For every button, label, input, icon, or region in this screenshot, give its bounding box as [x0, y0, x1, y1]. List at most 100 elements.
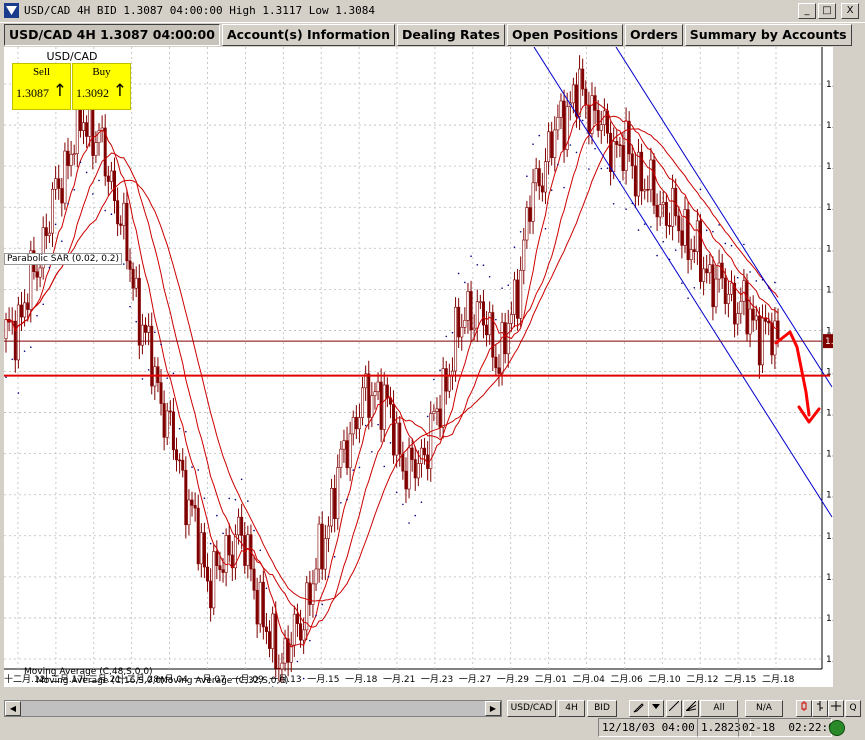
- period-button[interactable]: 4H: [558, 700, 585, 717]
- sar-dot: [147, 369, 150, 371]
- candle-body: [178, 459, 182, 462]
- sell-label: Sell: [32, 66, 51, 78]
- candle-type-button[interactable]: [796, 700, 812, 717]
- candle-body: [404, 470, 408, 490]
- candle-body: [113, 170, 117, 201]
- sar-dot: [730, 244, 733, 247]
- minimize-button[interactable]: _: [798, 3, 816, 19]
- sar-dot: [36, 314, 38, 317]
- candle-body: [497, 367, 501, 374]
- sell-quote-box[interactable]: Sell 1.3087 ↑: [12, 63, 71, 110]
- tab-strip: USD/CAD 4H 1.3087 04:00:00 Account(s) In…: [4, 24, 854, 46]
- sar-dot: [557, 163, 559, 166]
- candle-body: [444, 368, 448, 392]
- sar-dot: [594, 147, 596, 150]
- candle-body: [537, 168, 541, 187]
- candle-body: [543, 161, 547, 193]
- sar-dot: [507, 284, 510, 287]
- symbol-button[interactable]: USD/CAD: [507, 700, 556, 717]
- crosshair-button[interactable]: [828, 700, 844, 717]
- sar-dot: [408, 522, 410, 524]
- maximize-button[interactable]: □: [818, 3, 836, 19]
- sar-dot: [371, 450, 373, 453]
- sar-dot: [271, 686, 274, 688]
- candle-body: [299, 623, 303, 641]
- candle-body: [519, 270, 523, 319]
- tab-dealing-rates[interactable]: Dealing Rates: [396, 24, 505, 46]
- candle-body: [547, 131, 551, 162]
- trendline-tool-button[interactable]: [666, 700, 682, 717]
- y-tick-label: 1.2700: [826, 655, 833, 665]
- candle-body: [367, 373, 371, 418]
- sar-dot: [712, 230, 714, 233]
- current-price-label: 1.3087: [825, 337, 833, 347]
- ma32-indicator-label[interactable]: Moving Average (C,32,S,0,0): [160, 676, 289, 686]
- tab-account-information[interactable]: Account(s) Information: [221, 24, 395, 46]
- ma16-indicator-label[interactable]: Moving Average (C,16,S,0,0): [36, 676, 165, 686]
- sar-dot: [141, 378, 144, 380]
- candle-body: [333, 488, 337, 519]
- candle-body: [221, 569, 225, 573]
- scroll-left-button[interactable]: ◀: [5, 701, 21, 716]
- price-chart[interactable]: 1.34001.33501.33001.32501.32001.31501.31…: [4, 46, 858, 707]
- candle-body: [441, 368, 445, 428]
- sar-dot: [395, 491, 398, 494]
- close-button[interactable]: X: [841, 3, 859, 19]
- sar-dot: [54, 223, 57, 226]
- bid-button[interactable]: BID: [587, 700, 617, 717]
- tab-orders[interactable]: Orders: [624, 24, 683, 46]
- x-tick-label: 一月.27: [459, 674, 491, 685]
- candle-body: [596, 110, 600, 131]
- candle-body: [320, 523, 324, 570]
- na-button[interactable]: N/A: [745, 700, 783, 717]
- candle-body: [26, 302, 30, 310]
- draw-tool-button[interactable]: [629, 700, 649, 717]
- sar-dot: [61, 240, 63, 242]
- candle-body: [314, 568, 318, 585]
- candle-body: [339, 448, 343, 468]
- candle-body: [698, 220, 702, 282]
- chart-scrollbar[interactable]: ◀ ▶: [4, 700, 502, 717]
- q-button[interactable]: Q: [845, 700, 861, 717]
- fibonacci-tool-button[interactable]: [683, 700, 699, 717]
- sar-dot: [612, 202, 615, 205]
- line-type-button[interactable]: [812, 700, 828, 717]
- sar-dot: [606, 167, 609, 170]
- tab-summary-by-accounts[interactable]: Summary by Accounts: [684, 24, 852, 46]
- y-tick-label: 1.3200: [826, 244, 833, 254]
- candle-body: [481, 301, 485, 326]
- buy-price: 1.3092: [76, 86, 109, 100]
- sar-dot: [656, 254, 658, 257]
- candle-body: [292, 613, 296, 646]
- candle-body: [376, 381, 380, 392]
- candle-body: [66, 150, 70, 166]
- candle-body: [423, 447, 427, 456]
- sar-dot: [23, 350, 26, 352]
- candle-body: [196, 507, 200, 565]
- x-tick-label: 一月.15: [307, 674, 339, 685]
- candle-body: [751, 308, 755, 321]
- ma32-line: [5, 114, 779, 628]
- sar-dot: [464, 281, 466, 284]
- sar-indicator-label[interactable]: Parabolic SAR (0.02, 0.2): [4, 253, 123, 265]
- buy-quote-box[interactable]: Buy 1.3092 ↑: [72, 63, 131, 110]
- sar-dot: [625, 208, 627, 210]
- y-tick-label: 1.2900: [826, 491, 833, 501]
- candle-body: [351, 416, 355, 435]
- candle-body: [624, 120, 628, 171]
- chart-area[interactable]: 1.34001.33501.33001.32501.32001.31501.31…: [4, 46, 858, 707]
- candle-body: [571, 84, 575, 104]
- tab-open-positions[interactable]: Open Positions: [507, 24, 623, 46]
- sar-dot: [389, 442, 392, 444]
- draw-tool-dropdown[interactable]: [648, 700, 664, 717]
- tab-chart[interactable]: USD/CAD 4H 1.3087 04:00:00: [4, 24, 220, 46]
- sar-dot: [5, 376, 7, 379]
- sar-dot: [718, 224, 720, 226]
- sar-dot: [724, 242, 727, 245]
- all-button[interactable]: All: [700, 700, 738, 717]
- window-title: USD/CAD 4H BID 1.3087 04:00:00 High 1.31…: [24, 4, 375, 17]
- sar-dot: [650, 226, 652, 228]
- candle-body: [702, 268, 706, 282]
- y-tick-label: 1.3150: [826, 285, 833, 295]
- scroll-right-button[interactable]: ▶: [485, 701, 501, 716]
